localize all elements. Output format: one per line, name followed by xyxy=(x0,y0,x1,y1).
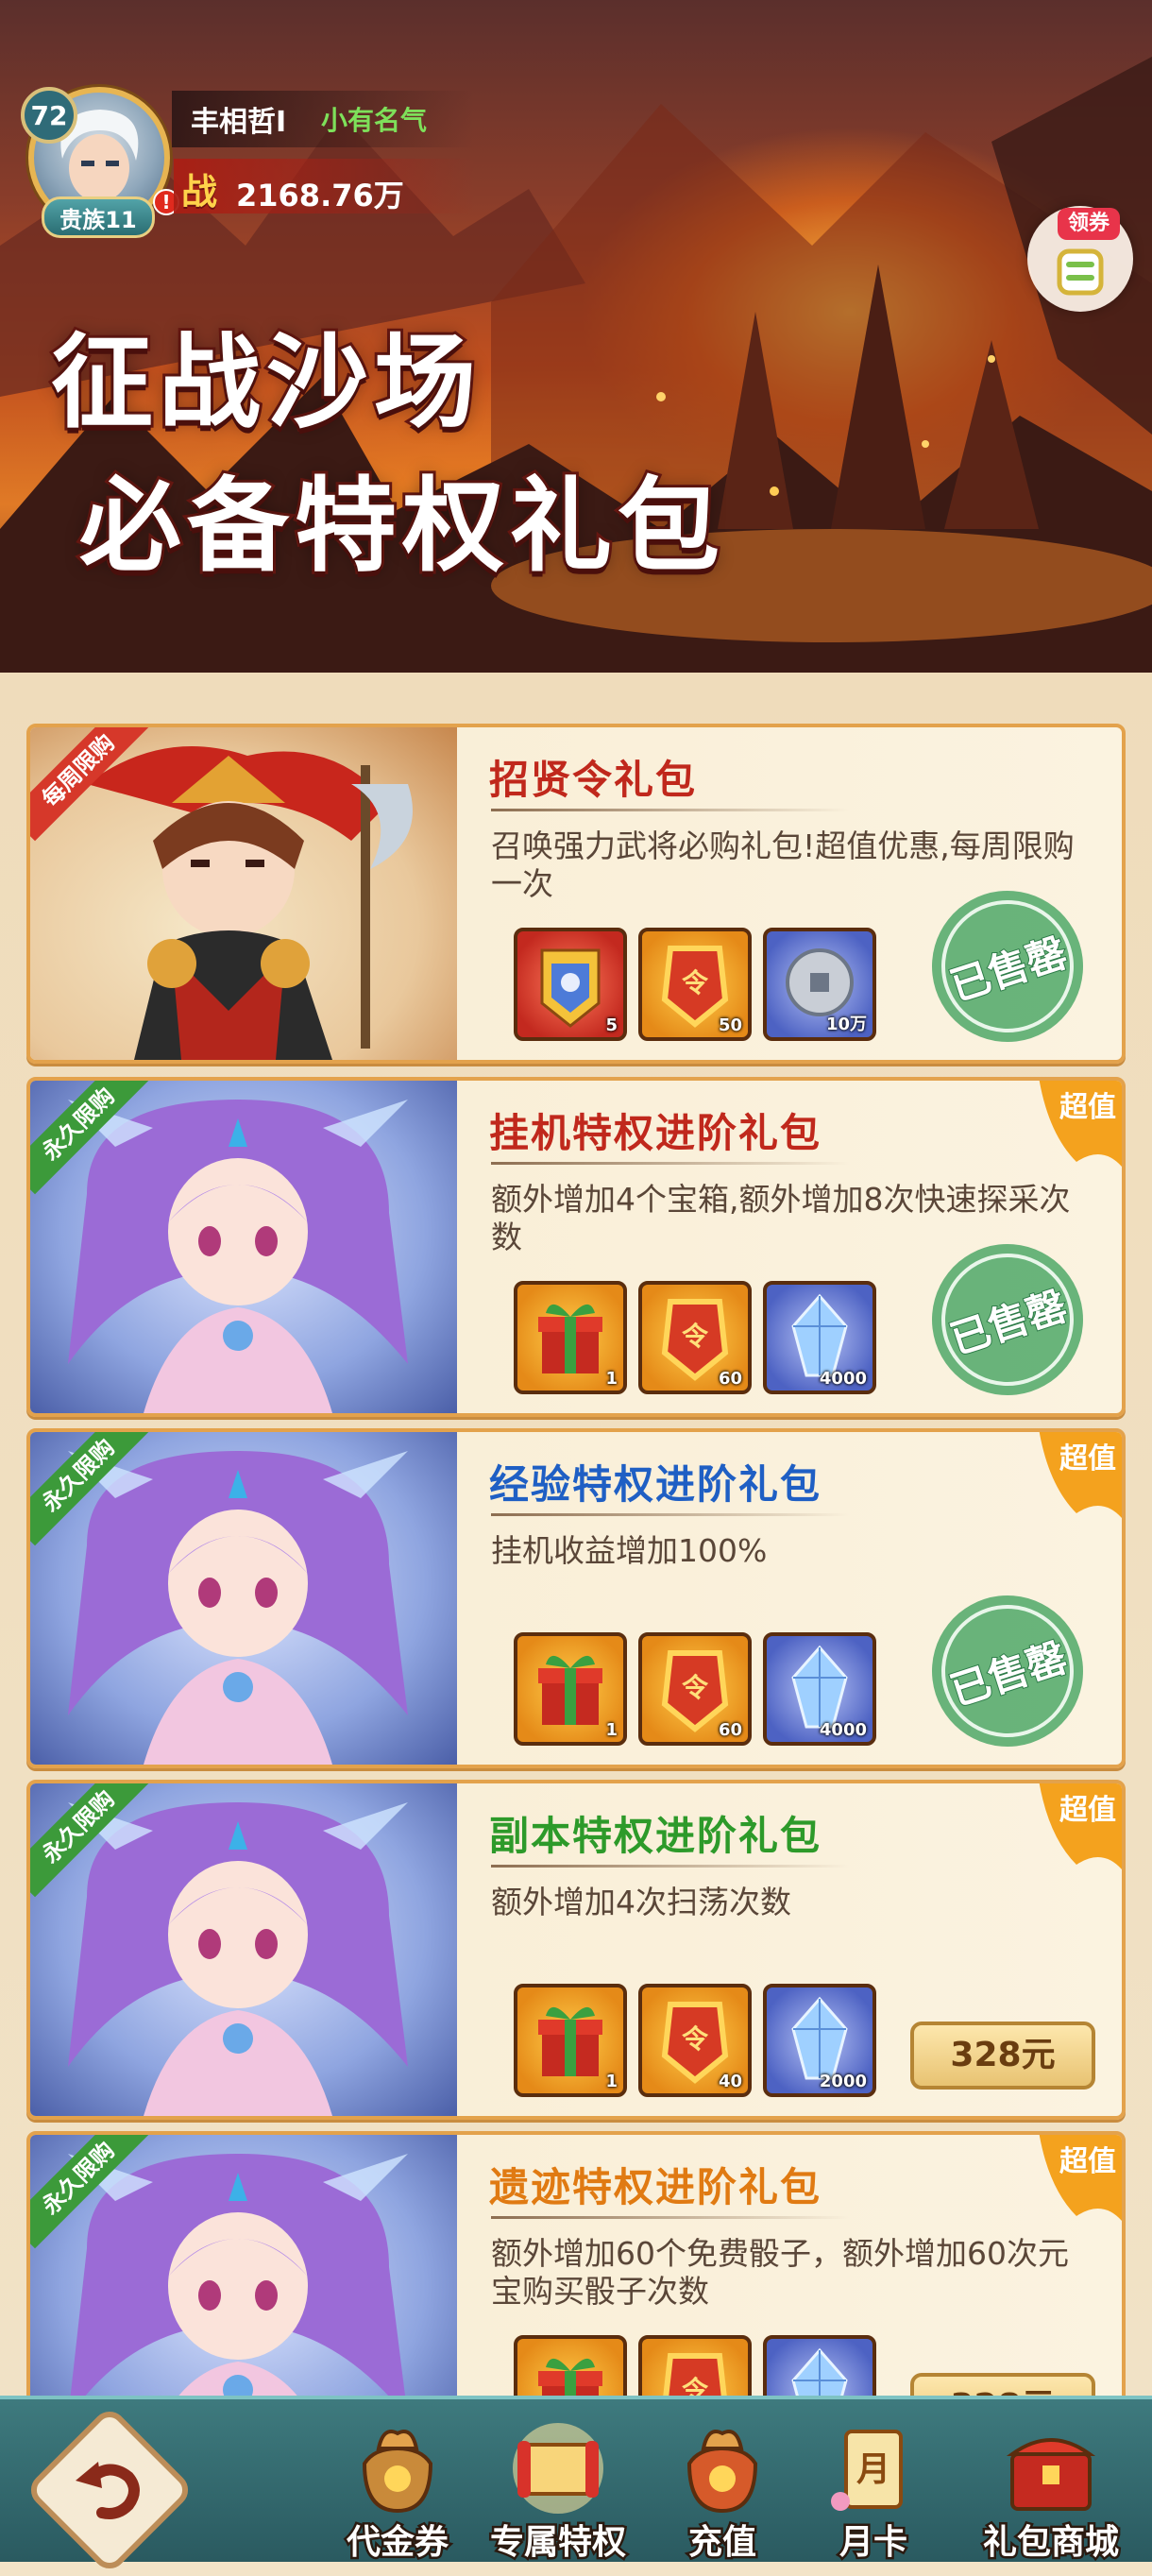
divider xyxy=(491,1513,850,1516)
reward-item[interactable]: 10万 xyxy=(763,928,876,1041)
reward-item[interactable]: 令 50 xyxy=(638,928,752,1041)
player-rank-title: 小有名气 xyxy=(321,105,428,136)
pack-name: 招贤令礼包 xyxy=(489,757,698,803)
battle-power-value: 2168.76万 xyxy=(236,178,404,213)
gift-pack-card[interactable]: 永久限购 副本特权进阶礼包 额外增加4次扫荡次数 1 令 40 2000 328… xyxy=(26,1780,1126,2120)
pack-name: 经验特权进阶礼包 xyxy=(489,1461,822,1508)
pack-name: 副本特权进阶礼包 xyxy=(489,1813,822,1859)
reward-item[interactable]: 令 40 xyxy=(638,1984,752,2097)
reward-item[interactable]: 令 60 xyxy=(638,1281,752,1394)
nav-label: 代金券 xyxy=(344,2521,450,2565)
divider xyxy=(491,1865,850,1868)
coupon-label[interactable]: 领券 xyxy=(1058,208,1120,240)
reward-items: 1 令 40 2000 xyxy=(514,1984,876,2097)
item-count: 60 xyxy=(718,1720,742,1740)
noble-rank-badge[interactable]: 贵族11 xyxy=(42,196,155,238)
item-count: 50 xyxy=(718,1015,742,1035)
back-arrow-icon[interactable] xyxy=(49,2430,170,2550)
nav-exclusive-privilege[interactable]: 专属特权 xyxy=(478,2399,638,2566)
reward-items: 1 令 60 4000 xyxy=(514,1281,876,1394)
month-card-icon: 月 xyxy=(831,2430,903,2511)
divider xyxy=(491,809,850,811)
reward-items: 5 令 50 10万 xyxy=(514,928,876,1041)
gift-pack-list[interactable]: 每周限购 招贤令礼包 召唤强力武将必购礼包!超值优惠,每周限购一次 5 令 50 xyxy=(0,673,1152,2471)
value-tag-label: 超值 xyxy=(1059,2145,1116,2178)
gift-pack-card[interactable]: 永久限购 经验特权进阶礼包 挂机收益增加100% 1 令 60 4000 已售罄… xyxy=(26,1428,1126,1768)
reward-items: 1 令 60 4000 xyxy=(514,1632,876,1746)
item-count: 4000 xyxy=(819,1720,867,1740)
recharge-bag-icon xyxy=(686,2430,758,2514)
pack-description: 挂机收益增加100% xyxy=(491,1532,768,1569)
pack-description: 额外增加4次扫荡次数 xyxy=(491,1884,791,1920)
pack-description: 额外增加60个免费骰子，额外增加60次元宝购买骰子次数 xyxy=(491,2235,1069,2310)
gift-pack-card[interactable]: 每周限购 招贤令礼包 召唤强力武将必购礼包!超值优惠,每周限购一次 5 令 50 xyxy=(26,724,1126,1064)
item-count: 4000 xyxy=(819,1369,867,1389)
reward-item[interactable]: 令 60 xyxy=(638,1632,752,1746)
item-count: 1 xyxy=(605,2072,618,2091)
nav-voucher[interactable]: 代金券 xyxy=(317,2399,478,2566)
svg-text:令: 令 xyxy=(682,967,709,998)
reward-item[interactable]: 4000 xyxy=(763,1281,876,1394)
buy-price-button[interactable]: 328元 xyxy=(910,2022,1095,2090)
value-tag-label: 超值 xyxy=(1059,1794,1116,1827)
player-info-panel[interactable]: 72 贵族11 ! 丰相哲I 小有名气 战 2168.76万 xyxy=(21,76,476,238)
sold-out-label: 已售罄 xyxy=(943,1632,1073,1715)
divider xyxy=(491,1162,850,1165)
item-count: 60 xyxy=(718,1369,742,1389)
reward-item[interactable]: 2000 xyxy=(763,1984,876,2097)
reward-item[interactable]: 1 xyxy=(514,1632,627,1746)
svg-text:令: 令 xyxy=(682,1672,709,1703)
super-value-tag: 超值 xyxy=(1039,1081,1122,1171)
battle-power-icon: 战 xyxy=(181,170,218,213)
bottom-nav-bar: 代金券 专属特权 充值 月 月卡 礼包商城 xyxy=(0,2396,1152,2576)
item-count: 1 xyxy=(605,1369,618,1389)
pack-name: 挂机特权进阶礼包 xyxy=(489,1110,822,1156)
sold-out-stamp: 已售罄 xyxy=(906,1570,1109,1765)
privilege-scroll-icon xyxy=(513,2423,603,2514)
item-count: 1 xyxy=(605,1720,618,1740)
voucher-bag-icon xyxy=(362,2430,433,2514)
svg-text:令: 令 xyxy=(682,2023,709,2055)
item-count: 5 xyxy=(605,1015,618,1035)
reward-item[interactable]: 1 xyxy=(514,1984,627,2097)
nav-month-card[interactable]: 月 月卡 xyxy=(793,2399,954,2566)
super-value-tag: 超值 xyxy=(1039,1432,1122,1523)
value-tag-label: 超值 xyxy=(1059,1442,1116,1476)
super-value-tag: 超值 xyxy=(1039,2135,1122,2226)
nav-label: 礼包商城 xyxy=(980,2521,1121,2565)
reward-item[interactable]: 4000 xyxy=(763,1632,876,1746)
nav-label: 充值 xyxy=(686,2521,758,2565)
nav-recharge[interactable]: 充值 xyxy=(642,2399,803,2566)
svg-text:令: 令 xyxy=(682,1321,709,1352)
value-tag-label: 超值 xyxy=(1059,1091,1116,1124)
super-value-tag: 超值 xyxy=(1039,1783,1122,1874)
item-count: 2000 xyxy=(819,2072,867,2091)
banner-title-line1: 征战沙场 xyxy=(48,320,483,445)
banner-title-line2: 必备特权礼包 xyxy=(76,464,726,589)
event-banner: 72 贵族11 ! 丰相哲I 小有名气 战 2168.76万 领券 征战沙场 必… xyxy=(0,0,1152,673)
gift-pack-card[interactable]: 永久限购 挂机特权进阶礼包 额外增加4个宝箱,额外增加8次快速探采次数 1 令 … xyxy=(26,1077,1126,1417)
player-name: 丰相哲I xyxy=(191,106,287,139)
nav-label: 专属特权 xyxy=(487,2521,628,2565)
reward-item[interactable]: 5 xyxy=(514,928,627,1041)
divider xyxy=(491,2216,850,2219)
svg-text:月: 月 xyxy=(856,2449,890,2489)
item-count: 40 xyxy=(718,2072,742,2091)
pack-name: 遗迹特权进阶礼包 xyxy=(489,2164,822,2210)
nav-label: 月卡 xyxy=(837,2521,909,2565)
player-level-badge: 72 xyxy=(21,87,77,144)
nav-gift-shop[interactable]: 礼包商城 xyxy=(971,2399,1131,2566)
gift-shop-chest-icon xyxy=(1006,2438,1096,2511)
reward-item[interactable]: 1 xyxy=(514,1281,627,1394)
item-count: 10万 xyxy=(825,1015,867,1034)
